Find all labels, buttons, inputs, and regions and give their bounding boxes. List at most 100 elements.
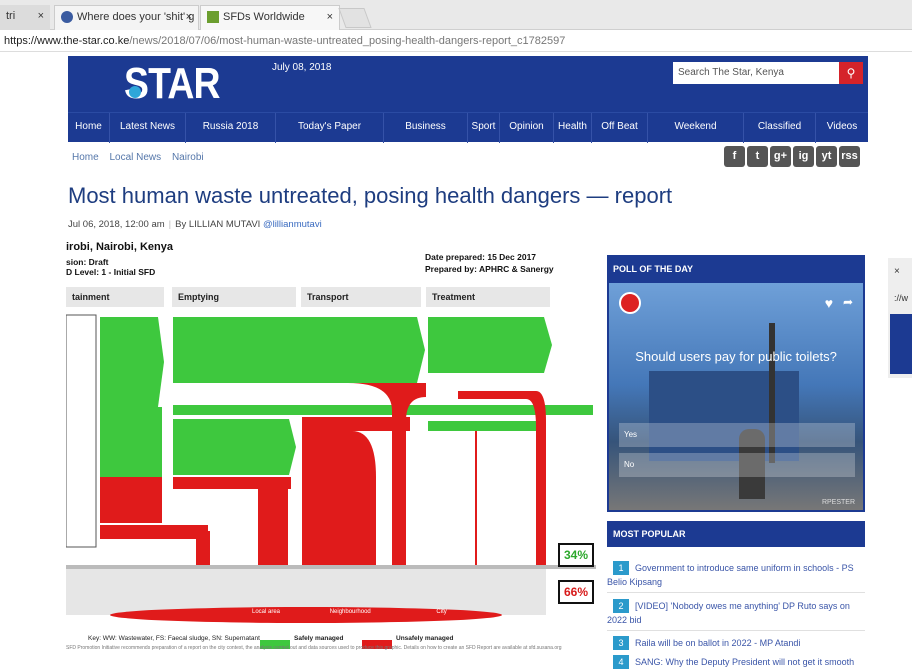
- flow-fs-emptied: [173, 419, 289, 475]
- nav-item-classified[interactable]: Classified: [744, 113, 816, 143]
- nav-item-home[interactable]: Home: [68, 113, 110, 143]
- article-author[interactable]: By LILLIAN MUTAVI: [175, 219, 260, 230]
- breadcrumb-home[interactable]: Home: [72, 152, 99, 163]
- flow-fs-contained: [100, 407, 162, 477]
- article-date: Jul 06, 2018, 12:00 am: [68, 219, 165, 230]
- item-number: 3: [613, 636, 629, 650]
- divider: [607, 592, 865, 593]
- browser-tab[interactable]: Where does your 'shit' g ×: [54, 5, 199, 30]
- logo-dot-icon: [129, 86, 141, 98]
- url-host: https://www.the-star.co.ke: [4, 35, 130, 47]
- list-item[interactable]: 2 [VIDEO] 'Nobody owes me anything' DP Ru…: [607, 599, 867, 627]
- browser-tab-bar: tri × Where does your 'shit' g × SFDs Worl…: [0, 0, 912, 30]
- close-icon[interactable]: ×: [38, 5, 44, 28]
- close-icon[interactable]: ×: [894, 266, 900, 277]
- flow-fs-emptied-unsafe: [173, 477, 291, 489]
- poll-option-yes[interactable]: Yes: [619, 423, 855, 447]
- site-icon: [207, 11, 219, 24]
- list-item[interactable]: 4 SANG: Why the Deputy President will not…: [607, 655, 867, 669]
- flow-fs-not-treated: [302, 431, 376, 567]
- share-icon[interactable]: ➦: [843, 295, 853, 309]
- nav-item-weekend[interactable]: Weekend: [648, 113, 744, 143]
- breadcrumb-local-news[interactable]: Local News: [109, 152, 161, 163]
- instagram-icon[interactable]: ig: [793, 146, 814, 167]
- main-nav: Home Latest News Russia 2018 Today's Pap…: [68, 112, 868, 143]
- item-link[interactable]: Raila will be on ballot in 2022 - MP Ata…: [635, 638, 800, 648]
- youtube-icon[interactable]: yt: [816, 146, 837, 167]
- address-bar[interactable]: https://www.the-star.co.ke/news/2018/07/…: [0, 30, 912, 52]
- flow-open-defecation: [100, 525, 208, 539]
- flow-fs-not-contained-down: [258, 489, 288, 567]
- author-handle[interactable]: @lillianmutavi: [263, 219, 322, 230]
- item-number: 4: [613, 655, 629, 669]
- nav-item-russia-2018[interactable]: Russia 2018: [186, 113, 276, 143]
- safe-percentage: 34%: [558, 543, 594, 567]
- sfd-footer-note: SFD Promotion Initiative recommends prep…: [66, 645, 562, 651]
- site-icon: [61, 11, 73, 24]
- key-unsafe-label: Unsafely managed: [396, 635, 454, 642]
- breadcrumb-nairobi[interactable]: Nairobi: [172, 152, 204, 163]
- item-number: 2: [613, 599, 629, 613]
- containment-bracket: [66, 314, 97, 548]
- zone-neighbourhood: Neighbourhood: [329, 609, 371, 615]
- list-item[interactable]: 1 Government to introduce same uniform in…: [607, 561, 867, 589]
- byline: Jul 06, 2018, 12:00 am | By LILLIAN MUTAVI…: [68, 219, 322, 230]
- search-icon: ⚲: [846, 66, 856, 80]
- poll-question: Should users pay for public toilets?: [635, 349, 837, 364]
- poll-logo-icon: [619, 292, 641, 314]
- sfd-zones: Local area Neighbourhood City: [252, 609, 447, 615]
- nav-item-todays-paper[interactable]: Today's Paper: [276, 113, 384, 143]
- sfd-key: Key: WW: Wastewater, FS: Faecal sludge, …: [88, 635, 260, 642]
- browser-tab[interactable]: tri ×: [0, 5, 50, 30]
- site-header: STAR July 08, 2018 Search The Star, Keny…: [68, 56, 868, 112]
- star-logo[interactable]: STAR: [124, 58, 220, 110]
- flow-arrow: [289, 419, 296, 475]
- heart-icon[interactable]: ♥: [825, 295, 833, 311]
- search-button[interactable]: ⚲: [839, 62, 863, 84]
- item-link[interactable]: Government to introduce same uniform in …: [607, 563, 854, 587]
- close-icon[interactable]: ×: [327, 6, 333, 29]
- url-path: /news/2018/07/06/most-human-waste-untrea…: [129, 35, 566, 47]
- flow-fs-not-contained: [100, 477, 162, 523]
- unsafe-percentage: 66%: [558, 580, 594, 604]
- sfd-graphic: irobi, Nairobi, Kenya sion: Draft D Leve…: [66, 241, 596, 651]
- flow-open-defecation-down: [196, 531, 210, 567]
- rss-icon[interactable]: rss: [839, 146, 860, 167]
- building-image: [649, 371, 799, 461]
- browser-tab-active[interactable]: SFDs Worldwide ×: [200, 5, 340, 30]
- nav-item-opinion[interactable]: Opinion: [500, 113, 554, 143]
- tab-label: SFDs Worldwide: [223, 11, 305, 23]
- new-tab-button[interactable]: [338, 8, 372, 28]
- key-text: Key: WW: Wastewater, FS: Faecal sludge, …: [88, 635, 260, 642]
- nav-item-latest-news[interactable]: Latest News: [110, 113, 186, 143]
- list-item[interactable]: 3 Raila will be on ballot in 2022 - MP At…: [607, 636, 867, 650]
- twitter-icon[interactable]: t: [747, 146, 768, 167]
- flow-ww-not-treated: [458, 391, 546, 567]
- flow-ww-contained: [100, 317, 158, 407]
- nav-item-health[interactable]: Health: [554, 113, 592, 143]
- zone-local: Local area: [252, 609, 281, 615]
- facebook-icon[interactable]: f: [724, 146, 745, 167]
- flow-arrow: [158, 317, 164, 407]
- nav-item-off-beat[interactable]: Off Beat: [592, 113, 648, 143]
- flow-ww-treated: [428, 317, 544, 373]
- nav-item-sport[interactable]: Sport: [468, 113, 500, 143]
- item-link[interactable]: SANG: Why the Deputy President will not …: [635, 657, 854, 667]
- item-link[interactable]: [VIDEO] 'Nobody owes me anything' DP Rut…: [607, 601, 850, 625]
- sfd-divider: [66, 565, 596, 569]
- google-plus-icon[interactable]: g+: [770, 146, 791, 167]
- zone-city: City: [436, 609, 447, 615]
- close-icon[interactable]: ×: [186, 6, 192, 29]
- flow-fs-treated: [428, 421, 544, 431]
- nav-item-business[interactable]: Business: [384, 113, 468, 143]
- key-safe-label: Safely managed: [294, 635, 344, 642]
- search-input[interactable]: Search The Star, Kenya: [673, 62, 839, 84]
- breadcrumb: Home Local News Nairobi: [72, 152, 212, 163]
- flow-arrow: [544, 317, 552, 373]
- poll-image: ♥ ➦ Should users pay for public toilets?…: [609, 283, 863, 510]
- nav-item-videos[interactable]: Videos: [816, 113, 868, 143]
- tab-label: tri: [6, 10, 16, 22]
- poll-option-no[interactable]: No: [619, 453, 855, 477]
- tab-label: Where does your 'shit' g: [77, 11, 195, 23]
- flow-fs-not-emptied: [173, 405, 593, 415]
